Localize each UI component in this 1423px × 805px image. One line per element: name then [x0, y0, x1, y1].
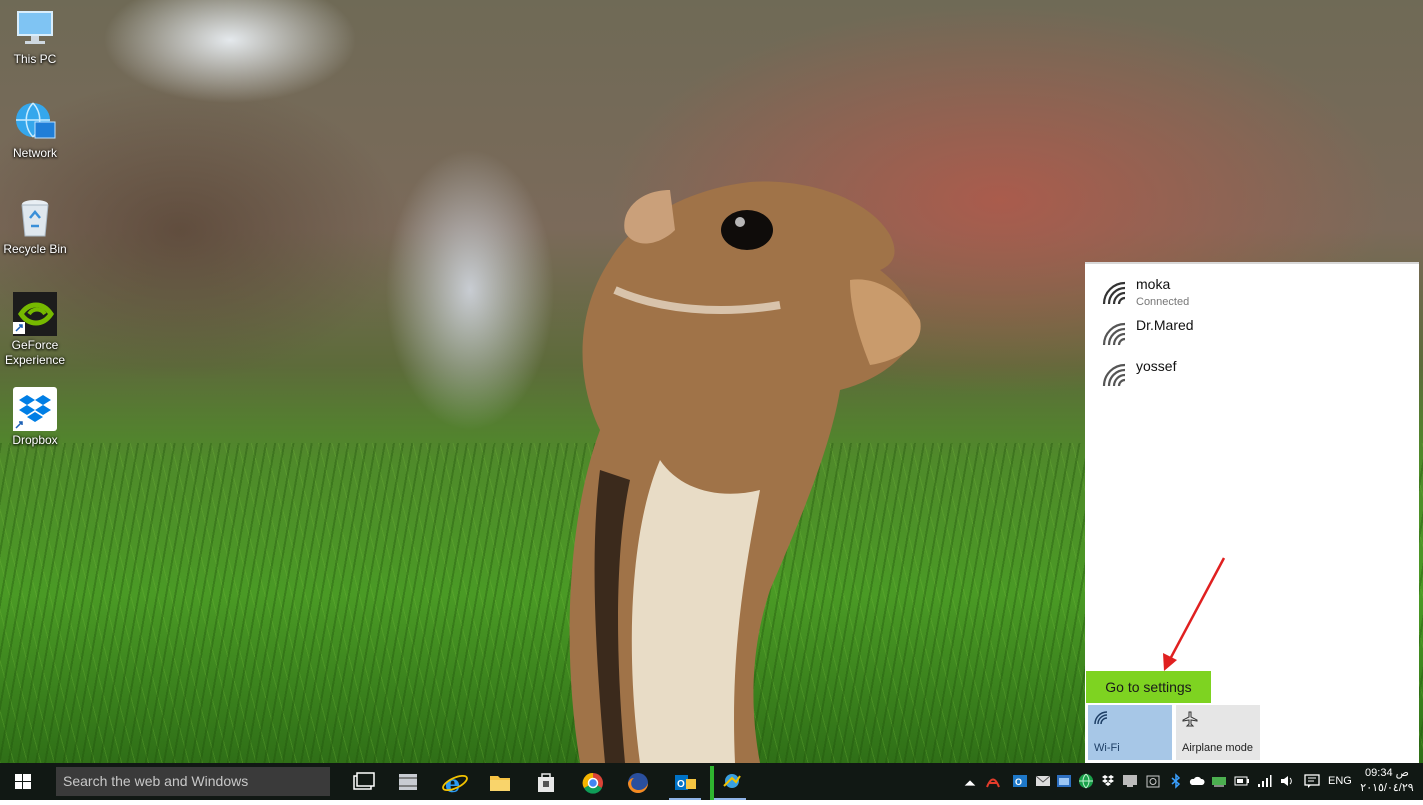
folder-icon [490, 776, 510, 791]
battery-icon[interactable] [1234, 773, 1250, 789]
desktop-icon-label: Dropbox [12, 433, 58, 447]
taskbar-app-outlook[interactable]: O [665, 766, 705, 800]
network-name: yossef [1136, 358, 1177, 374]
monitor-icon [13, 6, 57, 50]
clock[interactable]: 09:34 ص ٢٠١٥/٠٤/٢٩ [1360, 766, 1414, 796]
desktop-icon-network[interactable]: Network [2, 100, 68, 161]
chrome-icon [582, 772, 603, 794]
network-name: Dr.Mared [1136, 317, 1194, 333]
task-view-icon [353, 772, 375, 790]
network-item-moka[interactable]: moka Connected [1101, 274, 1401, 312]
firefox-icon [628, 773, 648, 793]
mail-icon[interactable] [1035, 773, 1051, 789]
desktop-icon-label: This PC [13, 52, 57, 66]
wifi-signal-icon [1102, 322, 1126, 346]
search-box[interactable]: Search the web and Windows [56, 767, 330, 796]
start-button[interactable] [0, 763, 46, 800]
network-status: Connected [1136, 296, 1190, 308]
taskbar: Search the web and Windows e O O ENG 09:… [0, 763, 1423, 800]
language-indicator[interactable]: ENG [1328, 775, 1352, 787]
internet-explorer-icon: e [442, 769, 468, 798]
wifi-signal-icon [1102, 363, 1126, 387]
network-name: moka [1136, 276, 1171, 292]
clock-date: ٢٠١٥/٠٤/٢٩ [1360, 782, 1414, 794]
windows-logo-icon [15, 774, 31, 789]
dropbox-icon [13, 387, 57, 431]
app-window-icon[interactable] [1056, 773, 1072, 789]
clock-time: 09:34 ص [1365, 767, 1409, 779]
taskbar-app-film[interactable] [388, 766, 428, 800]
outlook-tray-icon[interactable]: O [1012, 773, 1028, 789]
show-hidden-icons-icon[interactable] [962, 775, 978, 791]
geforce-icon [13, 292, 57, 336]
network-item-yossef[interactable]: yossef [1101, 356, 1401, 394]
green-app-icon [710, 766, 741, 800]
task-view-button[interactable] [343, 766, 383, 800]
wallpaper-chipmunk [569, 181, 921, 763]
taskbar-app-network-tool[interactable] [710, 766, 750, 800]
display-icon[interactable] [1122, 773, 1138, 789]
taskbar-app-internet-explorer[interactable]: e [435, 766, 475, 800]
desktop-icon-label: Recycle Bin [3, 242, 67, 256]
airplane-icon [1182, 711, 1198, 727]
action-center-icon[interactable] [1304, 773, 1320, 789]
taskbar-app-firefox[interactable] [618, 766, 658, 800]
camera-icon[interactable] [1145, 773, 1161, 789]
desktop-icon-geforce[interactable]: GeForce Experience [2, 292, 68, 368]
wifi-toggle-tile[interactable]: Wi-Fi [1088, 705, 1172, 760]
network-drive-icon[interactable] [1211, 773, 1227, 789]
bluetooth-icon[interactable] [1168, 773, 1184, 789]
recycle-bin-icon [13, 196, 57, 240]
tile-label: Airplane mode [1182, 742, 1253, 754]
network-globe-icon [13, 100, 57, 144]
desktop-icon-dropbox[interactable]: Dropbox [2, 387, 68, 448]
taskbar-app-chrome[interactable] [573, 766, 613, 800]
wifi-signal-icon [1102, 281, 1126, 305]
svg-text:e: e [445, 769, 460, 798]
taskbar-app-file-explorer[interactable] [480, 766, 520, 800]
onedrive-icon[interactable] [1189, 773, 1205, 789]
film-icon [399, 774, 417, 790]
network-item-dr-mared[interactable]: Dr.Mared [1101, 315, 1401, 353]
desktop-icon-label: GeForce Experience [4, 338, 66, 367]
desktop-icon-this-pc[interactable]: This PC [2, 6, 68, 67]
wifi-icon [1094, 711, 1108, 725]
volume-icon[interactable] [1279, 773, 1295, 789]
svg-text:O: O [677, 779, 685, 790]
network-signal-icon[interactable] [1256, 773, 1272, 789]
desktop-icon-recycle-bin[interactable]: Recycle Bin [2, 196, 68, 257]
network-flyout: moka Connected Dr.Mared yossef Go to set… [1085, 262, 1419, 765]
annotation-arrow [1163, 557, 1226, 671]
airplane-mode-tile[interactable]: Airplane mode [1176, 705, 1260, 760]
store-bag-icon [538, 773, 554, 792]
go-to-settings-link[interactable]: Go to settings [1086, 671, 1211, 703]
tile-label: Wi-Fi [1094, 742, 1120, 754]
globe-tray-icon[interactable] [1078, 773, 1094, 789]
dropbox-tray-icon[interactable] [1100, 773, 1116, 789]
desktop-icon-label: Network [12, 146, 57, 160]
taskbar-app-store[interactable] [526, 766, 566, 800]
svg-text:O: O [1015, 777, 1022, 787]
acrobat-icon[interactable] [985, 773, 1001, 789]
outlook-mail-icon: O [675, 775, 696, 790]
